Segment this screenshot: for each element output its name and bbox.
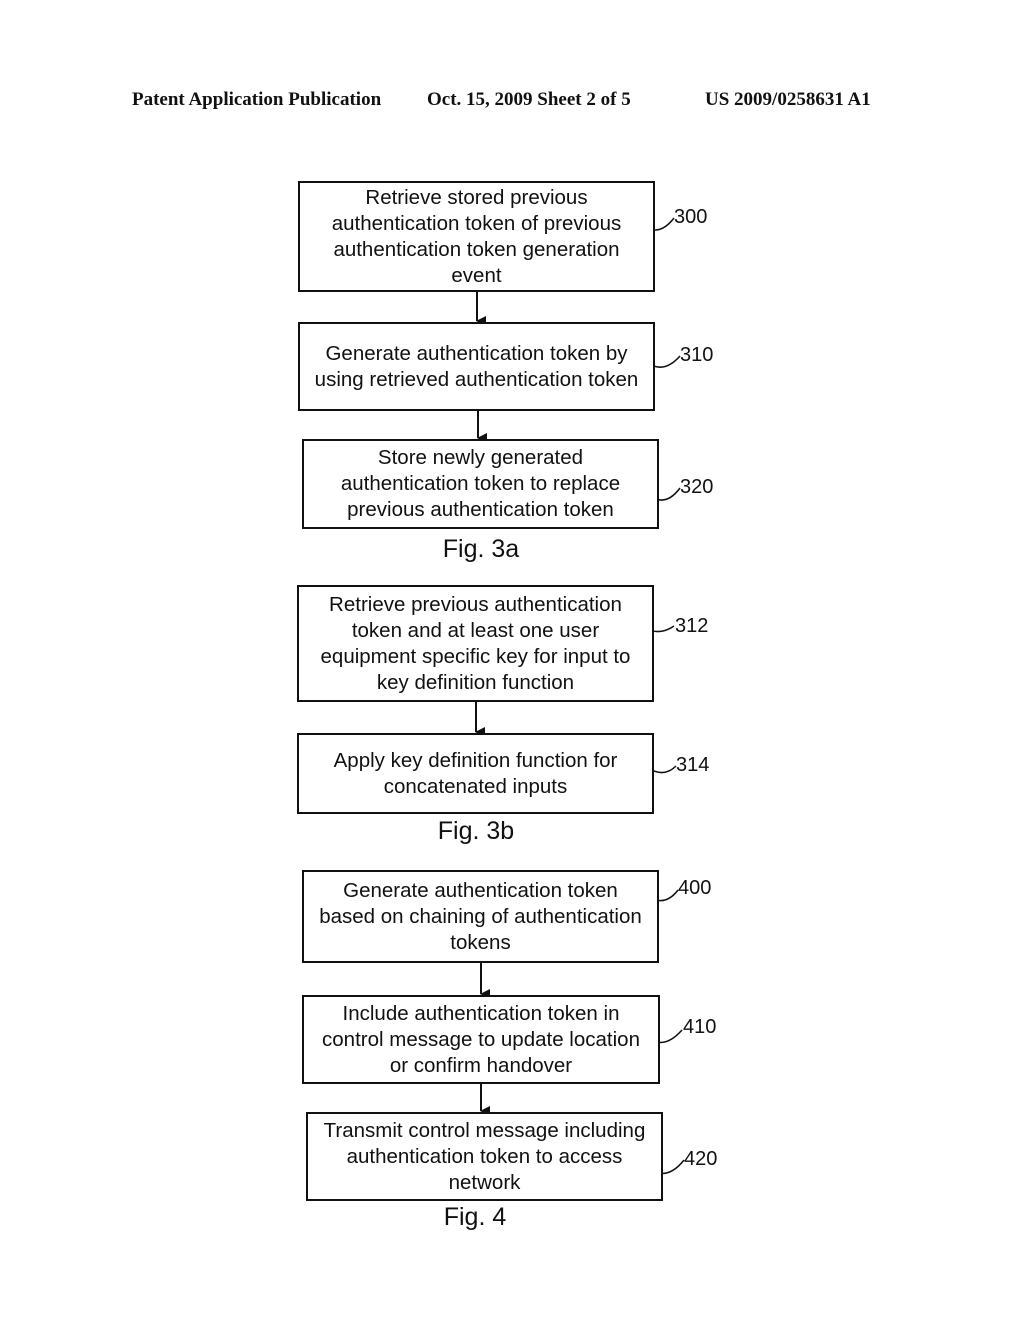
- step-text: Generate authentication token based on c…: [319, 878, 642, 954]
- ref-label-314: 314: [676, 754, 710, 776]
- step-text: Transmit control message including authe…: [323, 1118, 646, 1194]
- header-publication: Patent Application Publication: [132, 89, 382, 110]
- ref-label-420: 420: [684, 1148, 718, 1170]
- step-box-400: Generate authentication token based on c…: [302, 870, 659, 963]
- step-text: Retrieve previous authentication token a…: [320, 592, 631, 694]
- step-box-312: Retrieve previous authentication token a…: [297, 585, 654, 702]
- figure-label-4: Fig. 4: [443, 1203, 507, 1231]
- ref-label-300: 300: [674, 206, 708, 228]
- step-text: Include authentication token in control …: [322, 1001, 640, 1077]
- ref-label-410: 410: [683, 1016, 717, 1038]
- figure-label-3a: Fig. 3a: [442, 535, 520, 563]
- ref-label-310: 310: [680, 344, 714, 366]
- step-text: Apply key definition function for concat…: [333, 748, 618, 798]
- header-date-sheet: Oct. 15, 2009 Sheet 2 of 5: [427, 89, 631, 110]
- step-text: Generate authentication token by using r…: [314, 341, 639, 391]
- figure-label-3b: Fig. 3b: [437, 817, 515, 845]
- step-box-314: Apply key definition function for concat…: [297, 733, 654, 814]
- header-patent-number: US 2009/0258631 A1: [705, 89, 871, 110]
- ref-label-400: 400: [678, 877, 712, 899]
- step-box-310: Generate authentication token by using r…: [298, 322, 655, 411]
- step-box-420: Transmit control message including authe…: [306, 1112, 663, 1201]
- step-box-320: Store newly generated authentication tok…: [302, 439, 659, 529]
- ref-label-312: 312: [675, 615, 709, 637]
- step-text: Store newly generated authentication tok…: [340, 446, 621, 521]
- ref-label-320: 320: [680, 476, 714, 498]
- step-box-300: Retrieve stored previous authentication …: [298, 181, 655, 292]
- step-text: Retrieve stored previous authentication …: [331, 185, 622, 287]
- step-box-410: Include authentication token in control …: [302, 995, 660, 1084]
